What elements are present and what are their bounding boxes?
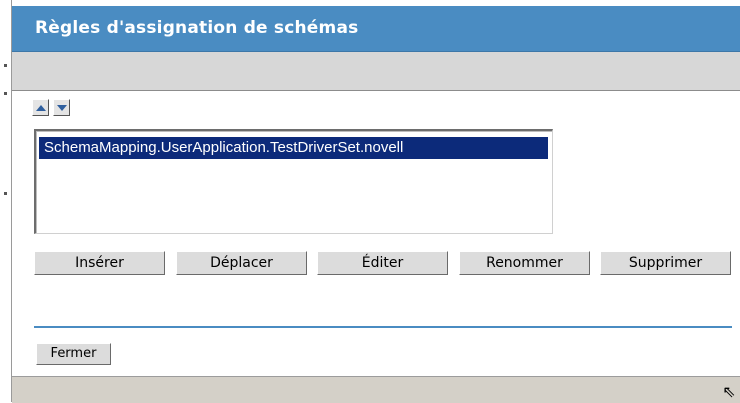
title-bar: Règles d'assignation de schémas: [12, 6, 740, 52]
arrow-down-icon: [56, 104, 67, 111]
delete-button[interactable]: Supprimer: [600, 251, 731, 275]
arrow-up-icon: [35, 104, 46, 111]
list-item[interactable]: SchemaMapping.UserApplication.TestDriver…: [39, 137, 548, 159]
dialog-window: Règles d'assignation de schémas SchemaMa…: [11, 0, 740, 403]
close-button[interactable]: Fermer: [36, 343, 111, 365]
dialog-title: Règles d'assignation de schémas: [35, 18, 359, 38]
resize-grip-icon[interactable]: ⇖: [721, 383, 737, 401]
rename-button[interactable]: Renommer: [459, 251, 590, 275]
edge-tick: [4, 64, 7, 67]
toolbar-band: [12, 52, 740, 91]
move-button[interactable]: Déplacer: [176, 251, 307, 275]
move-up-button[interactable]: [32, 99, 49, 116]
status-bar: ⇖: [12, 376, 740, 403]
edit-button[interactable]: Éditer: [317, 251, 448, 275]
edge-tick: [4, 192, 7, 195]
move-down-button[interactable]: [53, 99, 70, 116]
section-divider: [34, 326, 732, 328]
rules-listbox[interactable]: SchemaMapping.UserApplication.TestDriver…: [34, 129, 553, 234]
insert-button[interactable]: Insérer: [34, 251, 165, 275]
edge-tick: [4, 92, 7, 95]
